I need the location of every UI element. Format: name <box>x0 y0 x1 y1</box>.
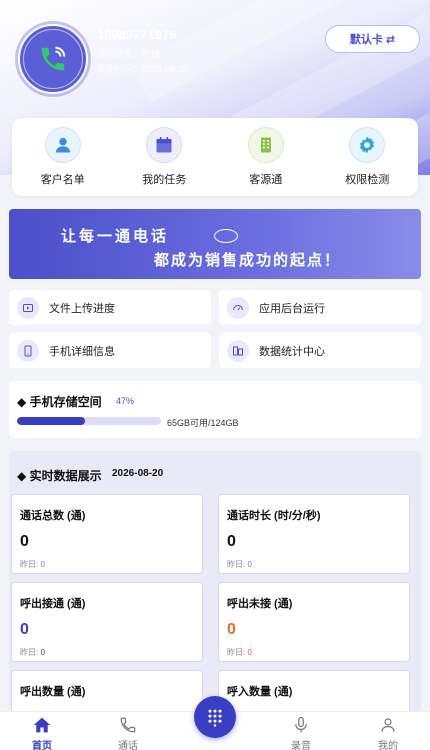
storage-capacity: 65GB可用/124GB <box>167 418 239 428</box>
quick-action-tasks[interactable]: 我的任务 <box>119 127 209 187</box>
storage-progress-bar <box>17 417 161 425</box>
chart-icon <box>227 339 249 362</box>
stat-yesterday: 昨日: 0 <box>20 559 45 570</box>
stat-label: 呼出未接 (通) <box>227 598 293 610</box>
stat-yesterday-label: 昨日: <box>227 648 248 657</box>
stat-card-outbound-missed[interactable]: 呼出未接 (通) 0 昨日: 0 <box>218 582 410 662</box>
user-icon <box>44 127 81 163</box>
stat-yesterday-label: 昨日: <box>20 648 41 657</box>
expiry-text: 到期时间：2026-08-25 <box>97 64 189 74</box>
banner-line-1: 让每一通电话 <box>61 228 170 245</box>
stat-label: 通话时长 (时/分/秒) <box>227 510 321 522</box>
quick-action-permissions[interactable]: 权限检测 <box>322 127 412 187</box>
realtime-title: ◆ 实时数据展示 <box>17 469 102 483</box>
tab-recordings[interactable]: 录音 <box>271 716 331 750</box>
calendar-icon <box>146 127 183 163</box>
phone-call-icon <box>41 46 66 71</box>
upload-icon <box>17 296 39 319</box>
stat-label: 呼出接通 (通) <box>20 598 86 610</box>
tile-label: 文件上传进度 <box>49 302 115 315</box>
stat-card-total-calls[interactable]: 通话总数 (通) 0 昨日: 0 <box>11 494 203 574</box>
realtime-date: 2026-08-20 <box>112 468 164 479</box>
tab-label: 录音 <box>291 741 311 750</box>
storage-percent: 47% <box>116 396 135 406</box>
default-card-label: 默认卡 ⇄ <box>349 34 396 46</box>
stat-label: 呼入数量 (通) <box>227 686 293 698</box>
building-icon <box>247 127 284 163</box>
tiles-row-1: 文件上传进度 应用后台运行 <box>9 290 421 325</box>
phone-number: 18989771976 <box>97 27 177 42</box>
quick-action-customers[interactable]: 客户名单 <box>18 127 108 187</box>
banner-line-2: 都成为销售成功的起点！ <box>154 252 342 269</box>
person-icon <box>381 718 395 732</box>
storage-title: ◆ 手机存储空间 <box>17 395 102 409</box>
stat-yesterday: 昨日: 0 <box>227 559 252 570</box>
stat-card-outbound-connected[interactable]: 呼出接通 (通) 0 昨日: 0 <box>11 582 203 662</box>
microphone-icon <box>295 716 307 733</box>
quick-action-label: 客户名单 <box>40 174 85 186</box>
stat-label: 呼出数量 (通) <box>20 686 86 698</box>
tile-label: 手机详细信息 <box>49 345 115 358</box>
tile-label: 数据统计中心 <box>259 345 325 358</box>
tab-label: 通话 <box>118 741 138 750</box>
dialpad-icon <box>208 709 222 727</box>
mobile-icon <box>17 339 39 362</box>
stat-yesterday-label: 昨日: <box>227 560 248 569</box>
quick-action-label: 权限检测 <box>345 174 390 186</box>
tab-home[interactable]: 首页 <box>12 716 72 750</box>
home-icon <box>33 717 51 733</box>
tiles-row-2: 手机详细信息 数据统计中心 <box>9 333 421 368</box>
status-text: 通讯状态：在线 <box>97 49 161 59</box>
stat-card-call-duration[interactable]: 通话时长 (时/分/秒) 0 昨日: 0 <box>218 494 410 574</box>
stat-value: 0 <box>20 533 29 550</box>
tile-label: 应用后台运行 <box>259 302 325 315</box>
tab-calls[interactable]: 通话 <box>98 716 158 750</box>
tab-label: 我的 <box>378 741 398 750</box>
stat-value: 0 <box>227 621 236 638</box>
quick-action-label: 我的任务 <box>142 174 187 186</box>
stat-yesterday-value: 0 <box>40 648 45 657</box>
ring-decoration-icon <box>214 229 238 243</box>
stat-value: 0 <box>20 621 29 638</box>
promo-banner[interactable]: 让每一通电话 都成为销售成功的起点！ <box>9 209 421 279</box>
quick-action-leads[interactable]: 客源通 <box>221 127 311 187</box>
realtime-stats-section: ◆ 实时数据展示 2026-08-20 通话总数 (通) 0 昨日: 0 通话时… <box>9 451 421 720</box>
quick-action-label: 客源通 <box>249 174 283 186</box>
stat-yesterday-value: 0 <box>247 560 252 569</box>
stat-yesterday: 昨日: 0 <box>20 647 45 658</box>
stat-yesterday-value: 0 <box>40 560 45 569</box>
default-card-button[interactable]: 默认卡 ⇄ <box>325 25 420 53</box>
avatar[interactable] <box>18 24 88 94</box>
quick-actions: 客户名单 我的任务 客源通 权限检测 <box>12 118 418 196</box>
storage-progress-fill <box>17 417 85 425</box>
storage-card: ◆ 手机存储空间 47% 65GB可用/124GB <box>9 381 421 438</box>
tile-stats-center[interactable]: 数据统计中心 <box>219 333 421 368</box>
dialpad-button[interactable] <box>194 696 236 738</box>
tile-upload-progress[interactable]: 文件上传进度 <box>9 290 211 325</box>
stat-yesterday-value: 0 <box>247 648 252 657</box>
stat-value: 0 <box>227 533 236 550</box>
tab-label: 首页 <box>32 741 52 750</box>
tile-background-run[interactable]: 应用后台运行 <box>219 290 421 325</box>
gear-icon <box>349 127 386 163</box>
stat-yesterday: 昨日: 0 <box>227 647 252 658</box>
gauge-icon <box>227 296 249 319</box>
stat-yesterday-label: 昨日: <box>20 560 41 569</box>
tab-profile[interactable]: 我的 <box>358 716 418 750</box>
stat-label: 通话总数 (通) <box>20 510 86 522</box>
phone-icon <box>120 717 136 733</box>
tile-phone-info[interactable]: 手机详细信息 <box>9 333 211 368</box>
